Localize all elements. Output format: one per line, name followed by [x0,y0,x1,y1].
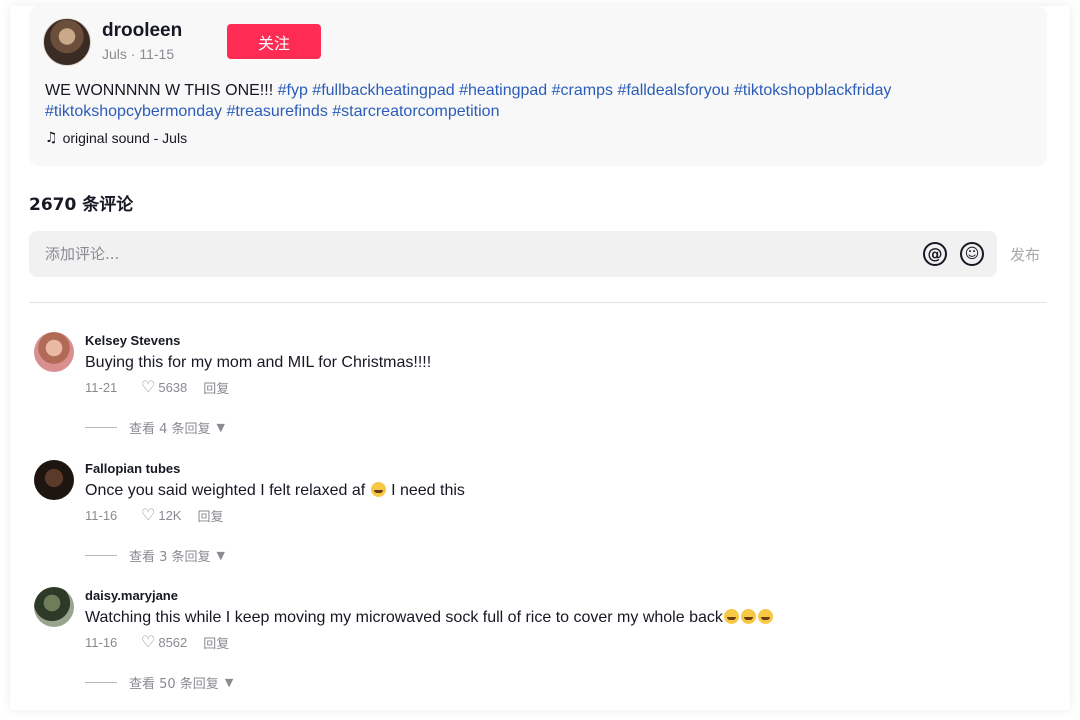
comment-input[interactable] [29,231,923,277]
comments-panel: drooleen Juls · 11-15 关注 WE WONNNNN W TH… [10,6,1070,710]
author-meta: drooleen Juls · 11-15 [102,20,182,64]
comment-text: Once you said weighted I felt relaxed af… [85,480,465,502]
comment-meta: 11-21 ♡ 5638 回复 [85,378,431,397]
laughing-emoji-icon [757,609,773,624]
like-button[interactable]: ♡ 12K [141,507,181,523]
hashtag-link[interactable]: #tiktokshopcybermonday [45,103,222,120]
hashtag-link[interactable]: #starcreatorcompetition [332,103,499,120]
like-button[interactable]: ♡ 8562 [141,634,187,650]
view-replies-button[interactable]: 查看 3 条回复 ▼ [85,546,465,565]
divider [29,302,1047,303]
avatar[interactable] [34,460,74,500]
view-replies-label: 查看 4 条回复 [129,422,211,437]
music-note-icon: ♫ [45,130,58,146]
hashtag-link[interactable]: #heatingpad [459,82,547,99]
like-count: 8562 [158,634,188,650]
laughing-emoji-icon [723,609,739,624]
like-count: 5638 [158,379,188,395]
comment-date: 11-16 [85,507,118,523]
hashtag-link[interactable]: #falldealsforyou [617,82,729,99]
comment-count: 2670 条评论 [29,195,134,215]
chevron-down-icon: ▼ [216,549,226,562]
comment-body: Kelsey Stevens Buying this for my mom an… [85,332,431,437]
divider-line [85,682,117,683]
comment-meta: 11-16 ♡ 12K 回复 [85,506,465,525]
comment-text-part: Once you said weighted I felt relaxed af [85,482,366,499]
post-card: drooleen Juls · 11-15 关注 WE WONNNNN W TH… [29,6,1047,166]
comment-text-part: I need this [386,482,465,499]
hashtag-link[interactable]: #treasurefinds [226,103,327,120]
hashtag-link[interactable]: #tiktokshopblackfriday [734,82,891,99]
heart-icon: ♡ [141,632,156,651]
comment-author[interactable]: Kelsey Stevens [85,332,431,350]
comment-author[interactable]: daisy.maryjane [85,587,774,605]
post-caption: WE WONNNNN W THIS ONE!!! #fyp #fullbackh… [45,80,1035,122]
laughing-emoji-icon [370,482,386,497]
hashtag-link[interactable]: #cramps [552,82,613,99]
avatar[interactable] [34,332,74,372]
author-row: drooleen Juls · 11-15 [43,18,182,66]
heart-icon: ♡ [141,505,156,524]
sound-link[interactable]: ♫ original sound - Juls [45,130,187,146]
like-button[interactable]: ♡ 5638 [141,379,187,395]
view-replies-button[interactable]: 查看 4 条回复 ▼ [85,418,431,437]
emoji-icon[interactable]: ☺ [960,242,984,266]
divider-line [85,555,117,556]
chevron-down-icon: ▼ [216,421,226,434]
reply-button[interactable]: 回复 [197,506,223,525]
avatar[interactable] [34,587,74,627]
comment-date: 11-21 [85,379,118,395]
comment-input-box: @ ☺ [29,231,997,277]
comment-meta: 11-16 ♡ 8562 回复 [85,633,774,652]
reply-button[interactable]: 回复 [203,378,229,397]
heart-icon: ♡ [141,377,156,396]
comment-text-part: Watching this while I keep moving my mic… [85,609,723,626]
author-name[interactable]: drooleen [102,20,182,42]
comment-author[interactable]: Fallopian tubes [85,460,465,478]
view-replies-label: 查看 3 条回复 [129,550,211,565]
at-icon[interactable]: @ [923,242,947,266]
laughing-emoji-icon [740,609,756,624]
chevron-down-icon: ▼ [224,676,234,689]
comment-text: Buying this for my mom and MIL for Chris… [85,354,432,371]
divider-line [85,427,117,428]
post-comment-button[interactable]: 发布 [1010,244,1040,265]
view-replies-button[interactable]: 查看 50 条回复 ▼ [85,673,774,692]
sound-label: original sound - Juls [62,130,188,146]
like-count: 12K [158,507,182,523]
view-replies-label: 查看 50 条回复 [129,677,219,692]
comment-text: Watching this while I keep moving my mic… [85,607,774,629]
caption-text: WE WONNNNN W THIS ONE!!! [45,82,278,99]
reply-button[interactable]: 回复 [203,633,229,652]
author-subtitle: Juls · 11-15 [102,46,175,62]
comment-body: Fallopian tubes Once you said weighted I… [85,460,465,565]
author-avatar[interactable] [43,18,91,66]
follow-button[interactable]: 关注 [227,24,321,59]
comment-body: daisy.maryjane Watching this while I kee… [85,587,774,692]
comment-date: 11-16 [85,634,118,650]
hashtag-link[interactable]: #fyp [278,82,308,99]
hashtag-link[interactable]: #fullbackheatingpad [312,82,454,99]
